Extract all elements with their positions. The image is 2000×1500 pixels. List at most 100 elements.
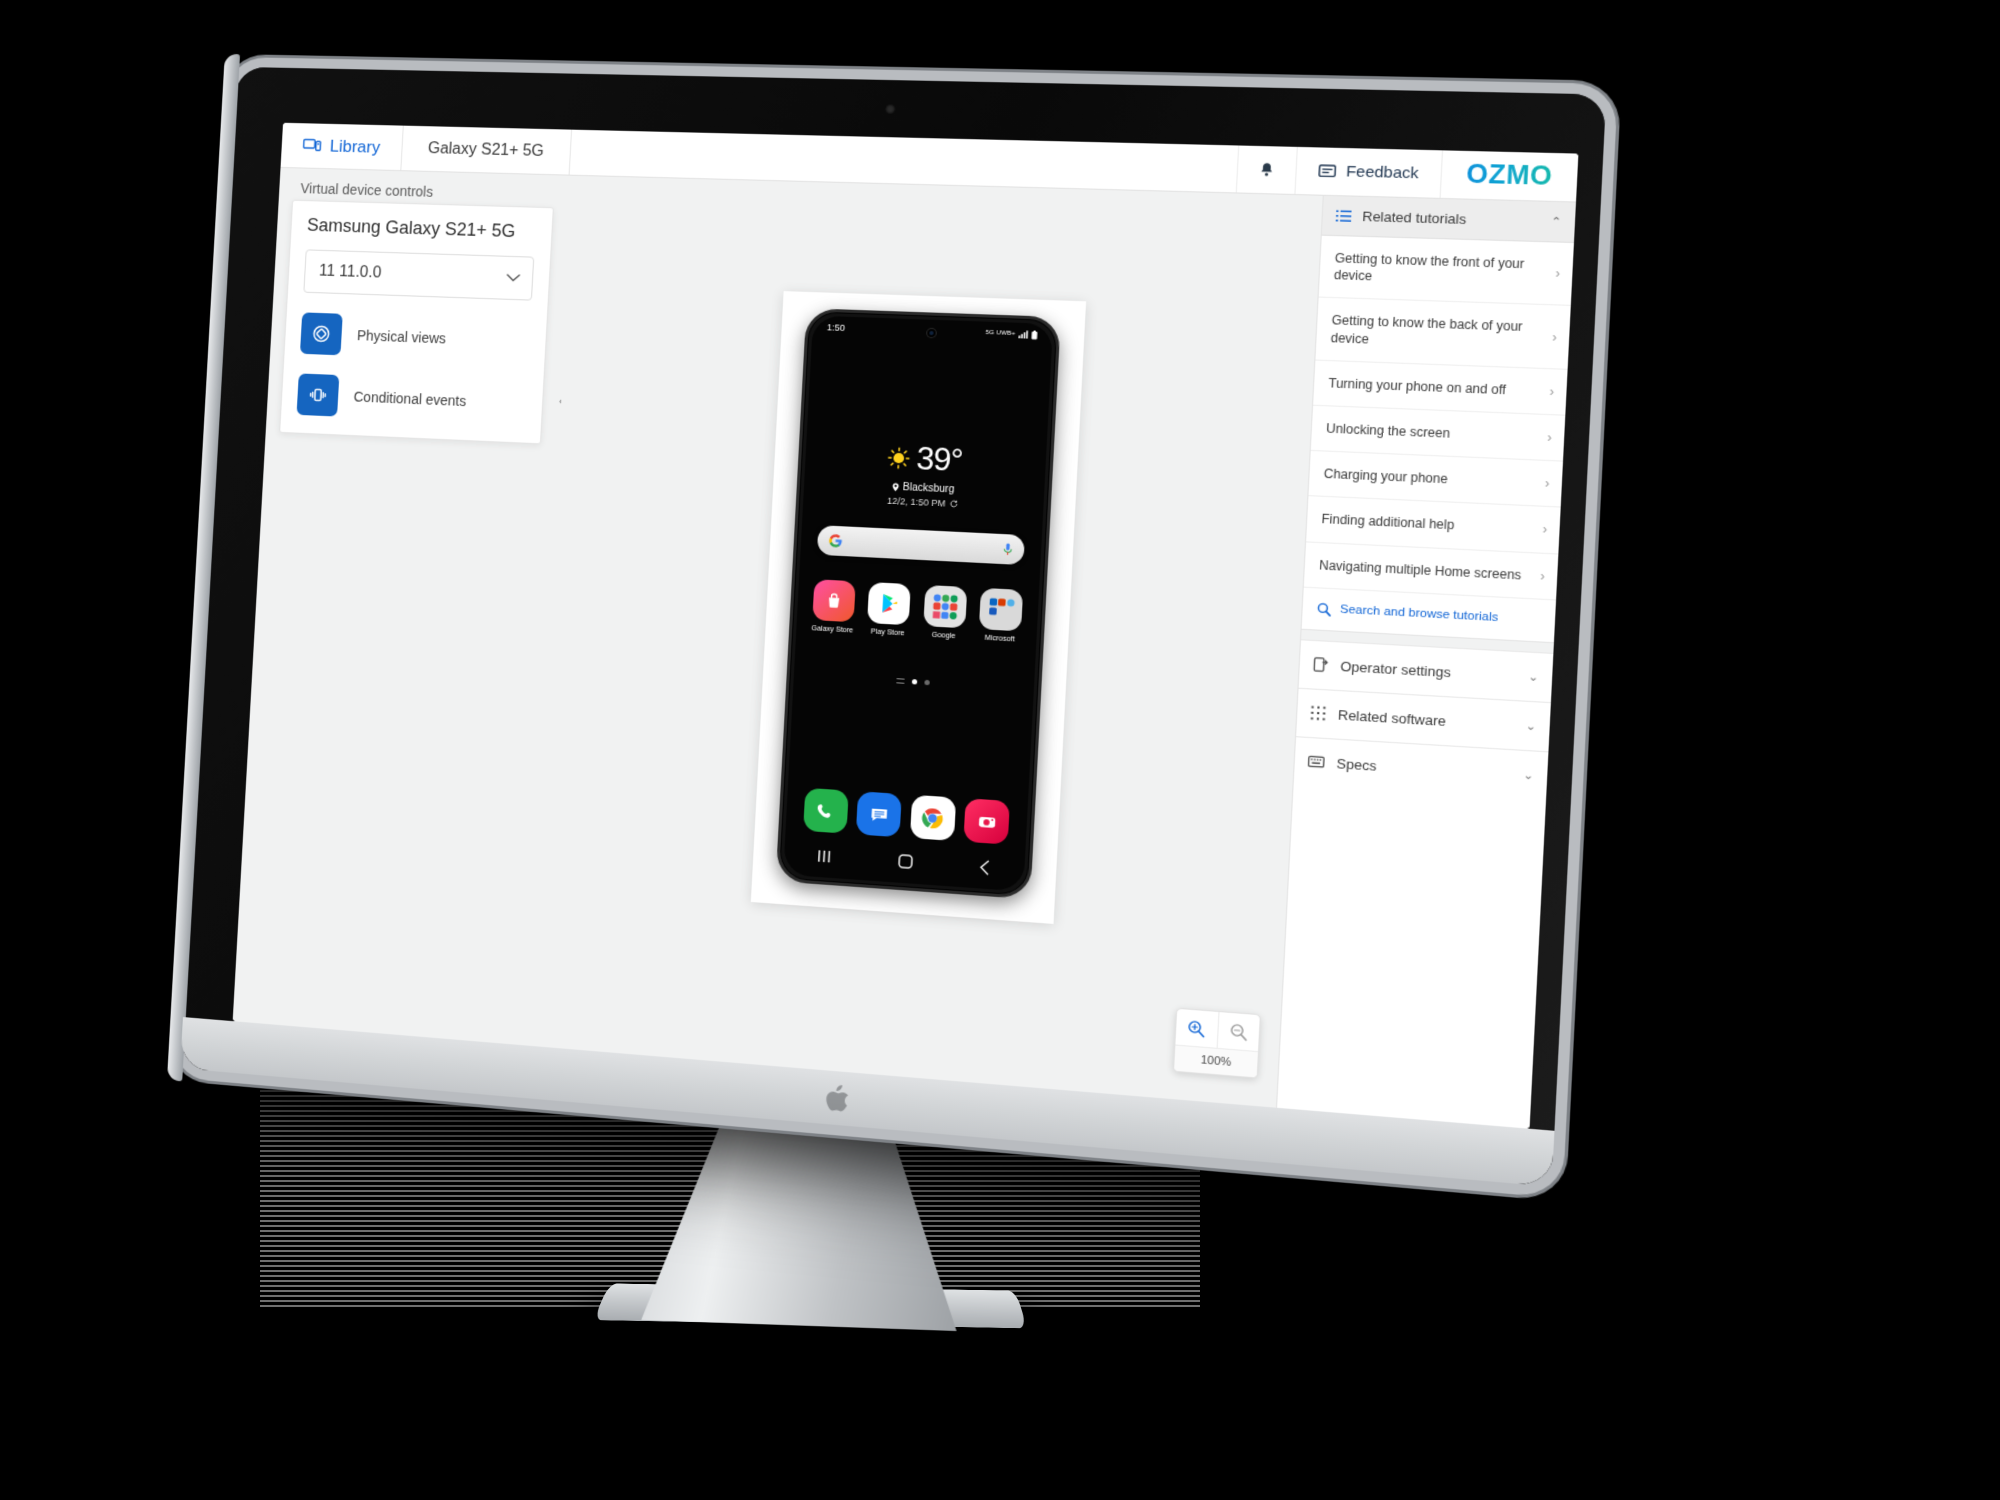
back-icon[interactable]	[979, 859, 991, 875]
related-tutorials-label: Related tutorials	[1361, 208, 1467, 228]
apple-logo-icon	[825, 1084, 849, 1113]
device-title: Samsung Galaxy S21+ 5G	[306, 214, 517, 242]
page-dot[interactable]	[924, 679, 930, 686]
home-screen-shortcut-icon[interactable]	[896, 678, 905, 684]
phone-navigation-bar	[784, 838, 1026, 886]
pin-icon	[892, 482, 900, 492]
recents-icon[interactable]	[817, 849, 833, 863]
tutorial-item[interactable]: Getting to know the front of your device…	[1318, 235, 1574, 307]
tutorial-label: Charging your phone	[1323, 466, 1449, 487]
tutorial-label: Turning your phone on and off	[1328, 375, 1507, 398]
page-dot-active[interactable]	[911, 679, 918, 685]
device-canvas: 1:50 5G UWB+ 39° Blacksburg 12/2, 1:50 P…	[525, 175, 1323, 1108]
app-item[interactable]: Galaxy Store	[806, 579, 860, 635]
google-folder-icon	[923, 584, 968, 629]
topbar-right-group: Feedback OZMO	[1235, 145, 1579, 202]
specs-icon	[1308, 755, 1325, 769]
phone-screen[interactable]: 1:50 5G UWB+ 39° Blacksburg 12/2, 1:50 P…	[783, 315, 1054, 892]
app-label: Galaxy Store	[811, 625, 854, 635]
google-search-bar[interactable]	[816, 525, 1025, 566]
monitor-bezel: Library Galaxy S21+ 5G Feedback OZMO Vir…	[180, 66, 1607, 1187]
chevron-down-icon	[506, 273, 520, 282]
app-item[interactable]: Microsoft	[973, 587, 1029, 645]
phone-dock	[786, 787, 1028, 846]
refresh-icon[interactable]	[949, 500, 958, 509]
app-label: Google	[931, 631, 956, 641]
messages-app-icon[interactable]	[856, 791, 903, 838]
feedback-label: Feedback	[1345, 162, 1420, 183]
control-row-conditional-events[interactable]: Conditional events	[296, 373, 528, 424]
weather-widget[interactable]: 39° Blacksburg 12/2, 1:50 PM	[803, 436, 1047, 514]
app-item[interactable]: Play Store	[861, 582, 916, 638]
signal-icon	[1018, 330, 1029, 339]
chevron-right-icon: ›	[1551, 329, 1558, 345]
app-label: Play Store	[870, 628, 905, 638]
home-icon[interactable]	[898, 854, 913, 869]
tutorial-item[interactable]: Getting to know the back of your device …	[1315, 297, 1571, 370]
devices-icon	[303, 138, 322, 153]
chevron-right-icon: ›	[1544, 475, 1550, 492]
chrome-app-icon[interactable]	[909, 794, 956, 841]
play-store-icon	[867, 582, 912, 626]
galaxy-store-icon	[812, 579, 856, 623]
feedback-message-icon	[1318, 164, 1336, 179]
status-time: 1:50	[826, 322, 846, 334]
tutorial-label: Navigating multiple Home screens	[1318, 557, 1522, 583]
camera-app-icon[interactable]	[963, 798, 1011, 845]
chevron-up-icon: ⌃	[1550, 215, 1562, 229]
battery-icon	[1031, 330, 1038, 340]
zoom-control: 100%	[1172, 1007, 1261, 1079]
section-label: Operator settings	[1340, 658, 1452, 681]
chevron-right-icon: ›	[1555, 266, 1561, 282]
control-label: Conditional events	[353, 388, 467, 410]
notification-bell-icon[interactable]	[1235, 145, 1297, 194]
phone-app-icon[interactable]	[802, 787, 849, 834]
weather-temperature: 39°	[915, 440, 964, 479]
search-icon	[1317, 602, 1332, 616]
control-label: Physical views	[356, 327, 447, 347]
chevron-right-icon: ›	[1546, 429, 1553, 446]
device-card: 1:50 5G UWB+ 39° Blacksburg 12/2, 1:50 P…	[750, 291, 1087, 924]
conditional-events-icon	[296, 373, 340, 417]
app-item[interactable]: Google	[917, 584, 972, 641]
list-icon	[1335, 209, 1352, 222]
related-software-icon	[1310, 706, 1326, 722]
status-right-group: 5G UWB+	[985, 328, 1038, 340]
weather-location: Blacksburg	[902, 481, 955, 496]
tutorial-label: Getting to know the back of your device	[1330, 313, 1523, 347]
chevron-down-icon: ⌄	[1522, 768, 1534, 783]
search-link-label: Search and browse tutorials	[1339, 603, 1499, 625]
ozmo-app: Library Galaxy S21+ 5G Feedback OZMO Vir…	[232, 122, 1579, 1129]
virtual-device-controls-label: Virtual device controls	[300, 180, 434, 200]
sun-icon	[887, 446, 911, 470]
device-tab-label: Galaxy S21+ 5G	[427, 139, 545, 160]
tutorial-label: Finding additional help	[1321, 511, 1455, 533]
zoom-out-icon[interactable]	[1216, 1011, 1260, 1052]
os-version-select[interactable]: 11 11.0.0	[303, 249, 535, 301]
feedback-button[interactable]: Feedback	[1294, 146, 1442, 198]
os-version-value: 11 11.0.0	[318, 262, 382, 282]
virtual-device-controls-panel: Samsung Galaxy S21+ 5G 11 11.0.0 Physica…	[279, 199, 554, 445]
home-app-grid: Galaxy Store Play Store Google Microsoft	[796, 578, 1039, 644]
chevron-right-icon: ›	[1539, 568, 1546, 584]
webcam-icon	[885, 104, 896, 114]
physical-views-icon	[299, 312, 343, 356]
zoom-in-icon[interactable]	[1175, 1009, 1217, 1048]
zoom-buttons-row	[1175, 1009, 1260, 1052]
device-tab[interactable]: Galaxy S21+ 5G	[401, 125, 572, 175]
tutorial-label: Getting to know the front of your device	[1333, 250, 1525, 284]
chevron-right-icon: ›	[1542, 522, 1548, 538]
microphone-icon[interactable]	[1003, 542, 1013, 556]
section-label: Related software	[1337, 706, 1447, 729]
weather-updated: 12/2, 1:50 PM	[886, 495, 946, 509]
library-tab-label: Library	[329, 136, 381, 157]
control-row-physical-views[interactable]: Physical views	[299, 312, 531, 362]
virtual-phone[interactable]: 1:50 5G UWB+ 39° Blacksburg 12/2, 1:50 P…	[775, 308, 1061, 900]
status-network-label: 5G UWB+	[985, 329, 1016, 338]
home-page-indicator	[794, 672, 1034, 691]
library-tab[interactable]: Library	[280, 122, 404, 171]
monitor-screen: Library Galaxy S21+ 5G Feedback OZMO Vir…	[232, 122, 1579, 1129]
ozmo-logo[interactable]: OZMO	[1439, 150, 1579, 202]
chevron-right-icon: ›	[1549, 383, 1555, 400]
operator-settings-icon	[1313, 657, 1329, 674]
